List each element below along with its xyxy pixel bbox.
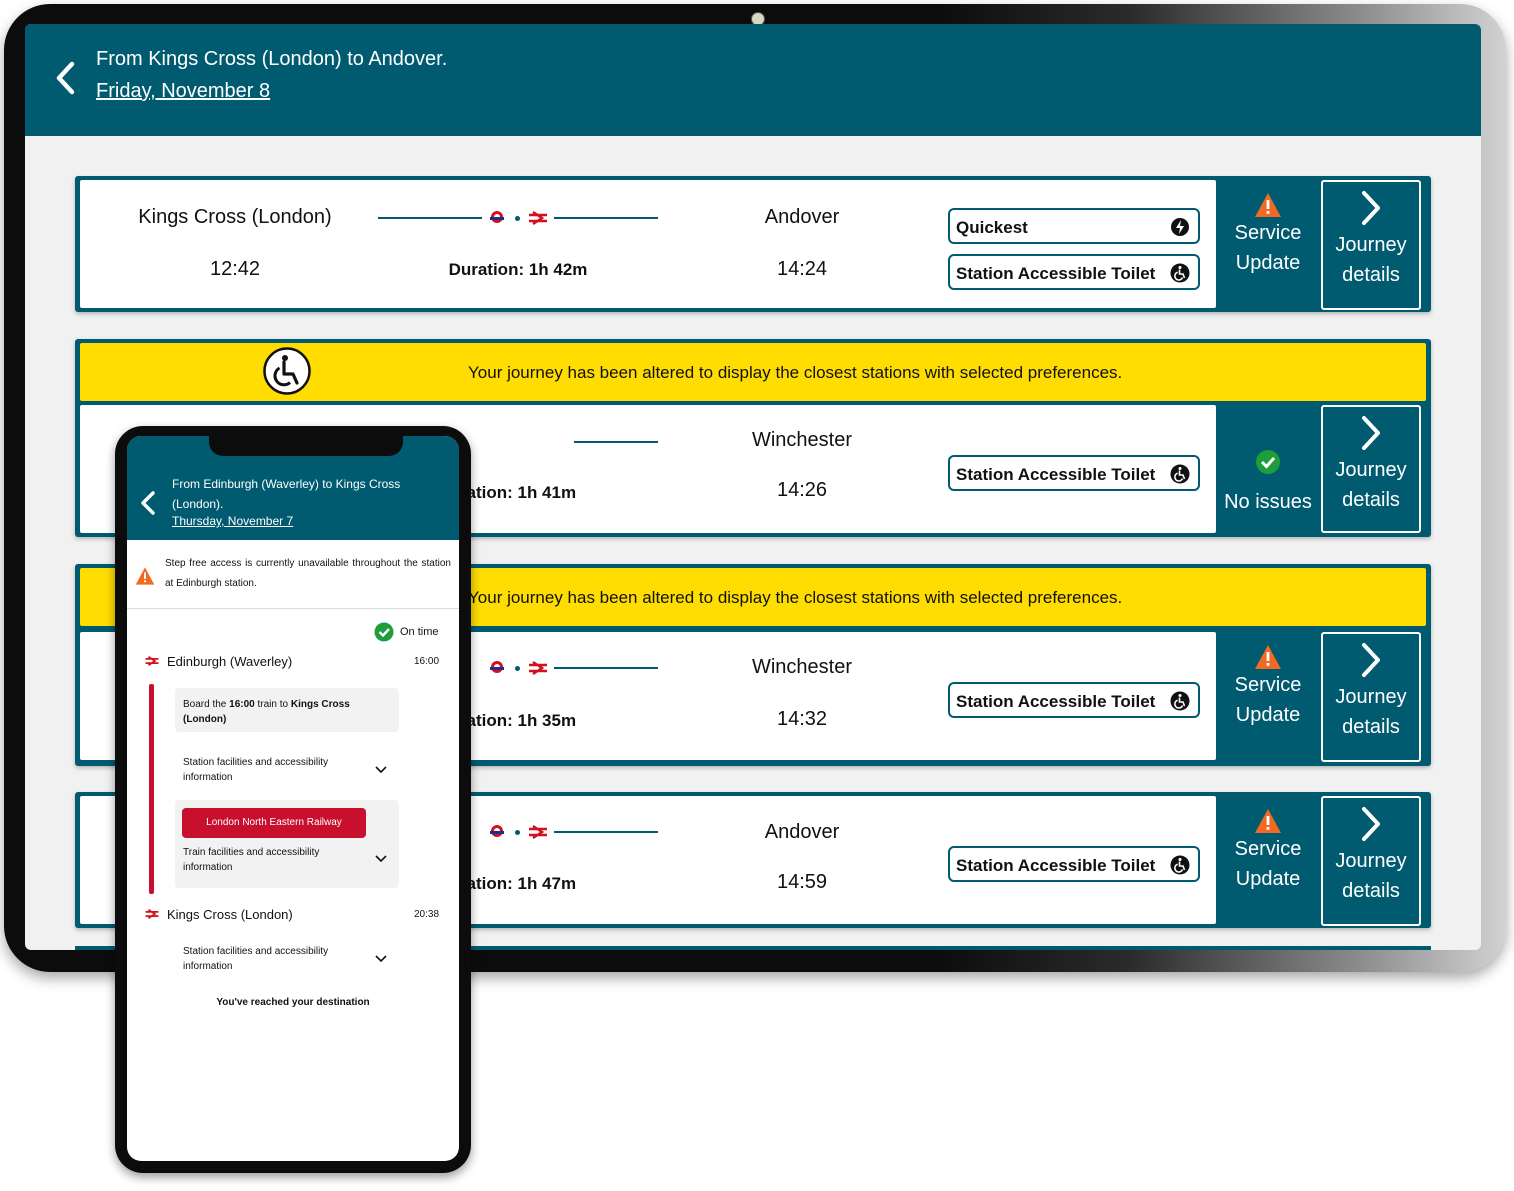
- alert-text: Step free access is currently unavailabl…: [165, 558, 451, 589]
- back-chevron-icon[interactable]: [47, 58, 87, 98]
- origin-station: Edinburgh (Waverley): [167, 654, 293, 669]
- tag-accessible-toilet: Station Accessible Toilet: [948, 254, 1200, 290]
- banner-text: Your journey has been altered to display…: [468, 588, 1123, 607]
- notch: [209, 436, 403, 456]
- check-circle-icon: [1256, 450, 1280, 474]
- depart-time: 12:42: [209, 258, 261, 280]
- service-update[interactable]: Service Update: [1216, 192, 1320, 278]
- journey-details-button[interactable]: Journey details: [1321, 405, 1421, 533]
- duration: Duration: 1h 42m: [448, 260, 588, 279]
- arrive-time: 14:24: [776, 258, 828, 280]
- on-time-status: On time: [400, 626, 439, 638]
- tag-accessible-toilet: Station Accessible Toilet: [948, 682, 1200, 718]
- timeline-line: [378, 217, 482, 219]
- tube-roundel-icon: [490, 211, 504, 223]
- date-link[interactable]: Friday, November 8: [96, 80, 270, 103]
- tag-accessible-toilet: Station Accessible Toilet: [948, 455, 1200, 491]
- timeline-dot: [515, 666, 520, 671]
- journey-details-button[interactable]: Journey details: [1321, 180, 1421, 310]
- station-facilities-toggle[interactable]: Station facilities and accessibility inf…: [183, 755, 363, 785]
- header: From Kings Cross (London) to Andover. Fr…: [25, 24, 1481, 136]
- national-rail-icon: [529, 661, 547, 675]
- chevron-right-icon: [1362, 807, 1380, 841]
- station-facilities-toggle[interactable]: Station facilities and accessibility inf…: [183, 944, 363, 974]
- service-update[interactable]: Service Update: [1216, 644, 1320, 730]
- timeline-dot: [515, 216, 520, 221]
- check-circle-icon: [374, 622, 394, 642]
- phone-screen: From Edinburgh (Waverley) to Kings Cross…: [127, 436, 459, 1161]
- tube-roundel-icon: [490, 661, 504, 673]
- page-title: From Kings Cross (London) to Andover.: [96, 48, 448, 70]
- service-update[interactable]: Service Update: [1216, 808, 1320, 894]
- chevron-down-icon[interactable]: [375, 955, 387, 963]
- warning-icon: [1255, 809, 1281, 833]
- chevron-right-icon: [1362, 643, 1380, 677]
- destination-station: Winchester: [751, 656, 853, 678]
- journey-details-button[interactable]: Journey details: [1321, 796, 1421, 926]
- accessible-toilet-icon: [1170, 464, 1190, 484]
- route-line: [149, 684, 154, 894]
- phone-page-title: From Edinburgh (Waverley) to Kings Cross…: [172, 477, 401, 511]
- origin-time: 16:00: [414, 656, 440, 667]
- back-chevron-icon[interactable]: [139, 491, 157, 515]
- status-no-issues: No issues: [1216, 449, 1320, 517]
- chevron-right-icon: [1362, 416, 1380, 450]
- national-rail-icon: [529, 211, 547, 225]
- tube-roundel-icon: [490, 825, 504, 837]
- chevron-down-icon[interactable]: [375, 766, 387, 774]
- destination-time: 20:38: [414, 909, 440, 920]
- tag-quickest: Quickest: [948, 208, 1200, 244]
- phone-date-link[interactable]: Thursday, November 7: [172, 514, 293, 528]
- journey-details-button[interactable]: Journey details: [1321, 632, 1421, 762]
- altered-banner: Your journey has been altered to display…: [80, 343, 1426, 401]
- phone-frame: From Edinburgh (Waverley) to Kings Cross…: [115, 426, 471, 1173]
- chevron-right-icon: [1362, 191, 1380, 225]
- alert-message: Step free access is currently unavailabl…: [127, 540, 459, 609]
- train-facilities-toggle[interactable]: Train facilities and accessibility infor…: [183, 845, 363, 875]
- timeline-line: [554, 217, 658, 219]
- accessible-toilet-icon: [1170, 855, 1190, 875]
- banner-text: Your journey has been altered to display…: [468, 363, 1123, 382]
- timeline-line: [554, 667, 658, 669]
- national-rail-icon: [145, 909, 159, 919]
- destination-reached: You've reached your destination: [216, 997, 370, 1008]
- journey-card: Kings Cross (London) 12:42 Duration: 1h …: [75, 176, 1431, 312]
- national-rail-icon: [529, 825, 547, 839]
- warning-icon: [1255, 193, 1281, 217]
- timeline-line: [574, 441, 658, 443]
- tag-accessible-toilet: Station Accessible Toilet: [948, 846, 1200, 882]
- destination-station: Winchester: [751, 429, 853, 451]
- destination-station: Kings Cross (London): [167, 907, 293, 922]
- wheelchair-icon: [263, 347, 311, 395]
- destination-station: Andover: [764, 821, 840, 843]
- warning-icon: [135, 567, 155, 585]
- timeline-line: [554, 831, 658, 833]
- arrive-time: 14:59: [776, 871, 828, 893]
- warning-icon: [1255, 645, 1281, 669]
- origin-station: Kings Cross (London): [138, 206, 332, 228]
- accessible-toilet-icon: [1170, 691, 1190, 711]
- chevron-down-icon[interactable]: [375, 855, 387, 863]
- lightning-icon: [1171, 218, 1189, 236]
- destination-station: Andover: [764, 206, 840, 228]
- operator-badge: London North Eastern Railway: [182, 808, 366, 838]
- timeline-dot: [515, 830, 520, 835]
- arrive-time: 14:26: [776, 479, 828, 501]
- board-info: Board the 16:00 train to Kings Cross (Lo…: [175, 688, 399, 732]
- arrive-time: 14:32: [776, 708, 828, 730]
- national-rail-icon: [145, 656, 159, 666]
- accessible-toilet-icon: [1170, 263, 1190, 283]
